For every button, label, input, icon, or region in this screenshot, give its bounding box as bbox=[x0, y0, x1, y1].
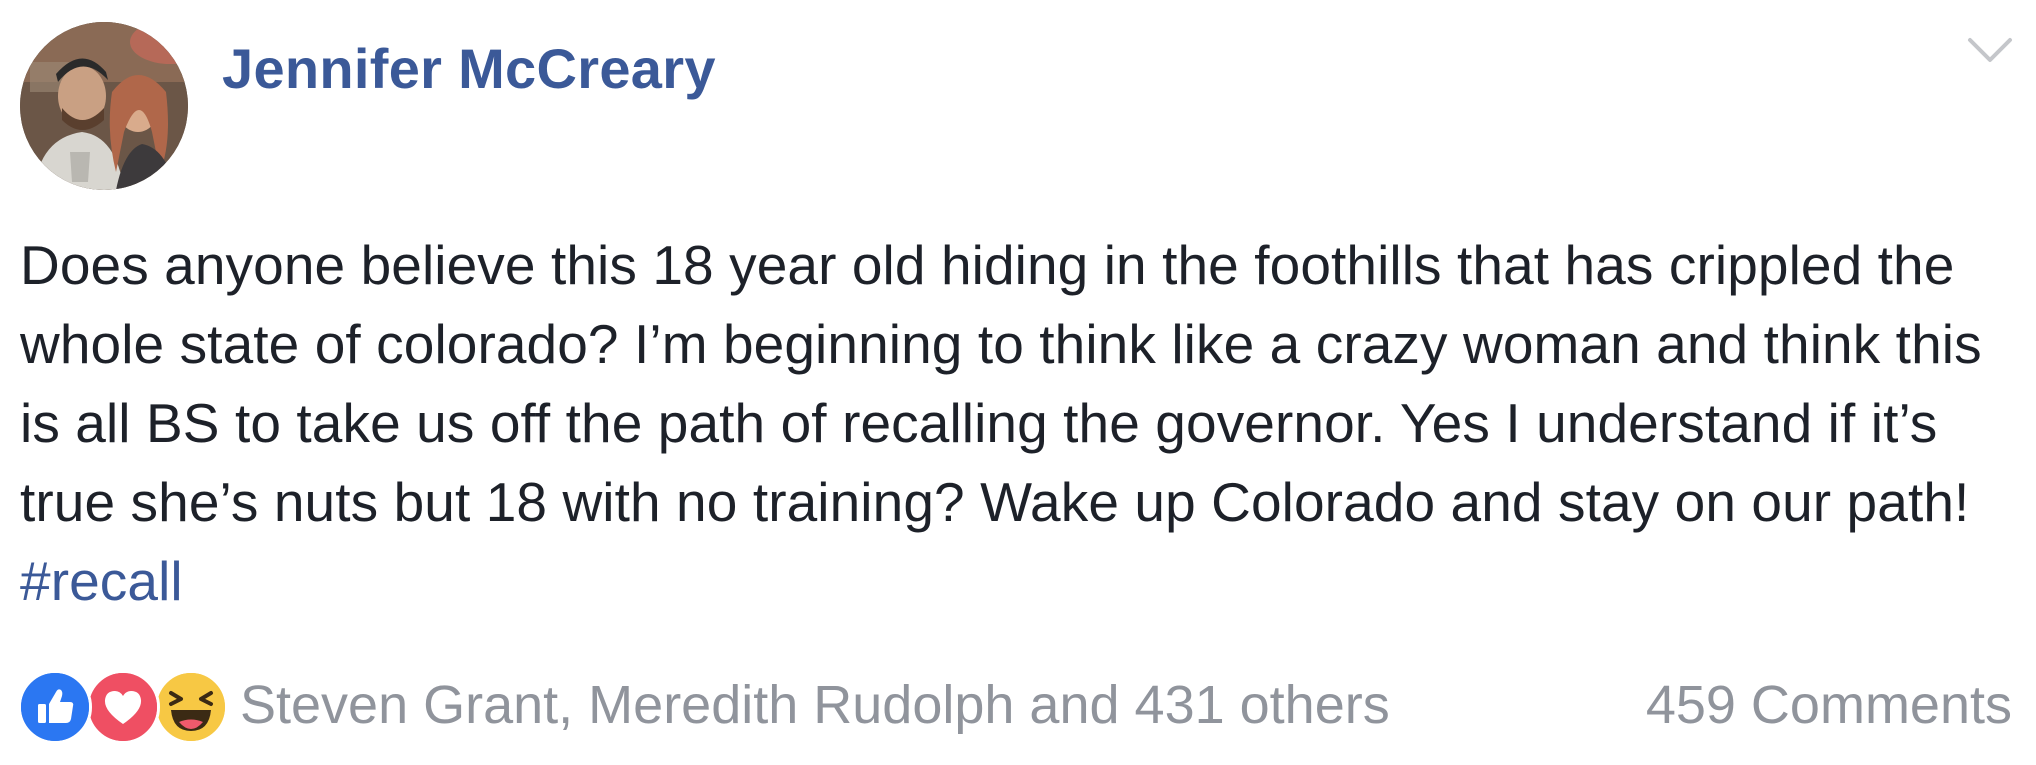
post-body: Does anyone believe this 18 year old hid… bbox=[20, 226, 2010, 621]
reaction-summary[interactable]: Steven Grant, Meredith Rudolph and 431 o… bbox=[240, 674, 1390, 736]
avatar-photo bbox=[20, 22, 188, 190]
chevron-down-icon[interactable] bbox=[1964, 30, 2016, 70]
author-avatar[interactable] bbox=[20, 22, 188, 190]
hashtag-link[interactable]: #recall bbox=[20, 550, 183, 612]
facebook-post: Jennifer McCreary Does anyone believe th… bbox=[0, 0, 2036, 765]
like-reaction-icon bbox=[18, 670, 92, 744]
haha-reaction-icon bbox=[154, 670, 228, 744]
author-name[interactable]: Jennifer McCreary bbox=[222, 36, 716, 101]
post-text: Does anyone believe this 18 year old hid… bbox=[20, 234, 1982, 533]
comment-count-link[interactable]: 459 Comments bbox=[1646, 674, 2012, 736]
reaction-icons[interactable] bbox=[18, 670, 228, 744]
love-reaction-icon bbox=[86, 670, 160, 744]
